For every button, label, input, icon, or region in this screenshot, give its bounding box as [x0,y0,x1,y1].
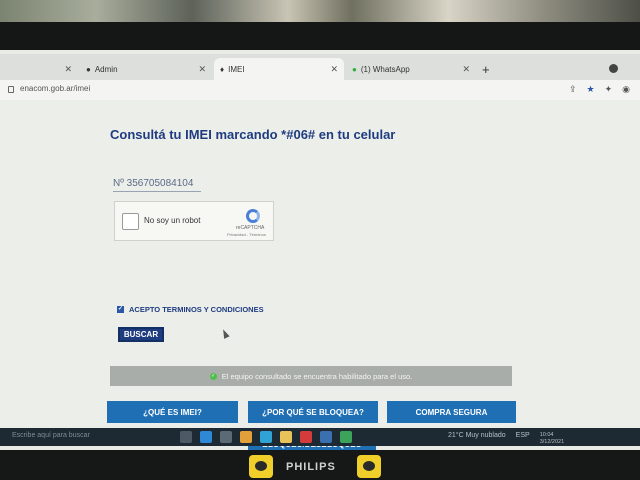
close-icon[interactable]: ✕ [64,64,72,75]
close-icon[interactable]: ✕ [330,64,338,75]
folder-icon[interactable] [280,431,292,443]
lock-icon [8,86,14,93]
browser-menu-icon[interactable] [609,64,618,73]
language-indicator[interactable]: ESP [516,432,530,446]
star-icon[interactable]: ★ [587,84,595,95]
tab-label: Admin [94,64,118,74]
search-button[interactable]: BUSCAR [118,327,164,342]
sticker-icon [357,455,381,478]
edge-icon[interactable] [260,431,272,443]
status-message: ✓ El equipo consultado se encuentra habi… [110,366,512,386]
url-text[interactable]: enacom.gob.ar/imei [20,84,90,93]
system-tray: 21°C Muy nublado ESP 10:04 3/12/2021 [448,432,564,446]
page-content: Consultá tu IMEI marcando *#06# en tu ce… [0,100,640,450]
check-circle-icon: ✓ [209,372,217,380]
terms-label: ACEPTO TERMINOS Y CONDICIONES [129,305,264,314]
tab-first[interactable]: ✕ [0,58,78,80]
terms-checkbox-row[interactable]: ✓ ACEPTO TERMINOS Y CONDICIONES [117,305,264,314]
recaptcha-links[interactable]: Privacidad - Términos [227,232,266,237]
tab-label: (1) WhatsApp [360,64,410,74]
task-view-icon[interactable] [180,431,192,443]
clock-time: 10:04 [539,432,554,438]
page-title: Consultá tu IMEI marcando *#06# en tu ce… [110,127,396,142]
tab-strip: ✕ ● Admin ✕ ♦ IMEI ✕ ● (1) WhatsApp ✕ + [0,54,640,80]
mouse-cursor-icon [220,328,230,339]
new-tab-button[interactable]: + [482,62,490,77]
weather-text[interactable]: 21°C Muy nublado [448,432,506,446]
extensions-icon[interactable]: ✦ [605,84,613,95]
clock[interactable]: 10:04 3/12/2021 [540,432,564,446]
site-icon: ♦ [220,64,225,74]
youtube-icon[interactable] [300,431,312,443]
whatsapp-icon: ● [352,64,357,74]
status-text: El equipo consultado se encuentra habili… [221,371,413,381]
screen: ✕ ● Admin ✕ ♦ IMEI ✕ ● (1) WhatsApp ✕ + … [0,50,640,450]
monitor-brand: PHILIPS [286,461,336,473]
por-que-se-bloquea-button[interactable]: ¿POR QUÉ SE BLOQUEA? [248,401,378,423]
globe-icon: ● [86,64,91,74]
recaptcha-widget[interactable]: No soy un robot reCAPTCHA Privacidad - T… [114,201,274,241]
taskbar-apps [180,431,352,443]
captcha-checkbox[interactable] [122,213,139,230]
profile-icon[interactable]: ◉ [622,84,630,95]
clock-date: 3/12/2021 [539,439,565,445]
chrome-icon[interactable] [240,431,252,443]
toolbar-icons: ⇪ ★ ✦ ◉ [569,84,630,95]
imei-input[interactable]: Nº 356705084104 [113,178,201,192]
excel-icon[interactable] [340,431,352,443]
app-icon[interactable] [320,431,332,443]
que-es-imei-button[interactable]: ¿QUÉ ES IMEI? [107,401,238,423]
address-bar[interactable]: enacom.gob.ar/imei ⇪ ★ ✦ ◉ [0,80,640,100]
recaptcha-brand: reCAPTCHA [236,225,265,231]
app-icon[interactable] [220,431,232,443]
share-icon[interactable]: ⇪ [569,84,577,95]
windows-taskbar: Escribe aquí para buscar 21°C Muy nublad… [0,428,640,446]
recaptcha-logo-icon [246,209,260,223]
close-icon[interactable]: ✕ [462,64,470,75]
tab-admin[interactable]: ● Admin ✕ [80,58,212,80]
taskbar-search[interactable]: Escribe aquí para buscar [12,432,90,439]
tab-imei[interactable]: ♦ IMEI ✕ [214,58,344,80]
close-icon[interactable]: ✕ [198,64,206,75]
app-icon[interactable] [200,431,212,443]
captcha-label: No soy un robot [144,216,201,225]
tab-label: IMEI [228,64,245,74]
tab-whatsapp[interactable]: ● (1) WhatsApp ✕ [346,58,476,80]
compra-segura-button[interactable]: COMPRA SEGURA [387,401,516,423]
check-icon[interactable]: ✓ [117,306,124,313]
sticker-icon [249,455,273,478]
